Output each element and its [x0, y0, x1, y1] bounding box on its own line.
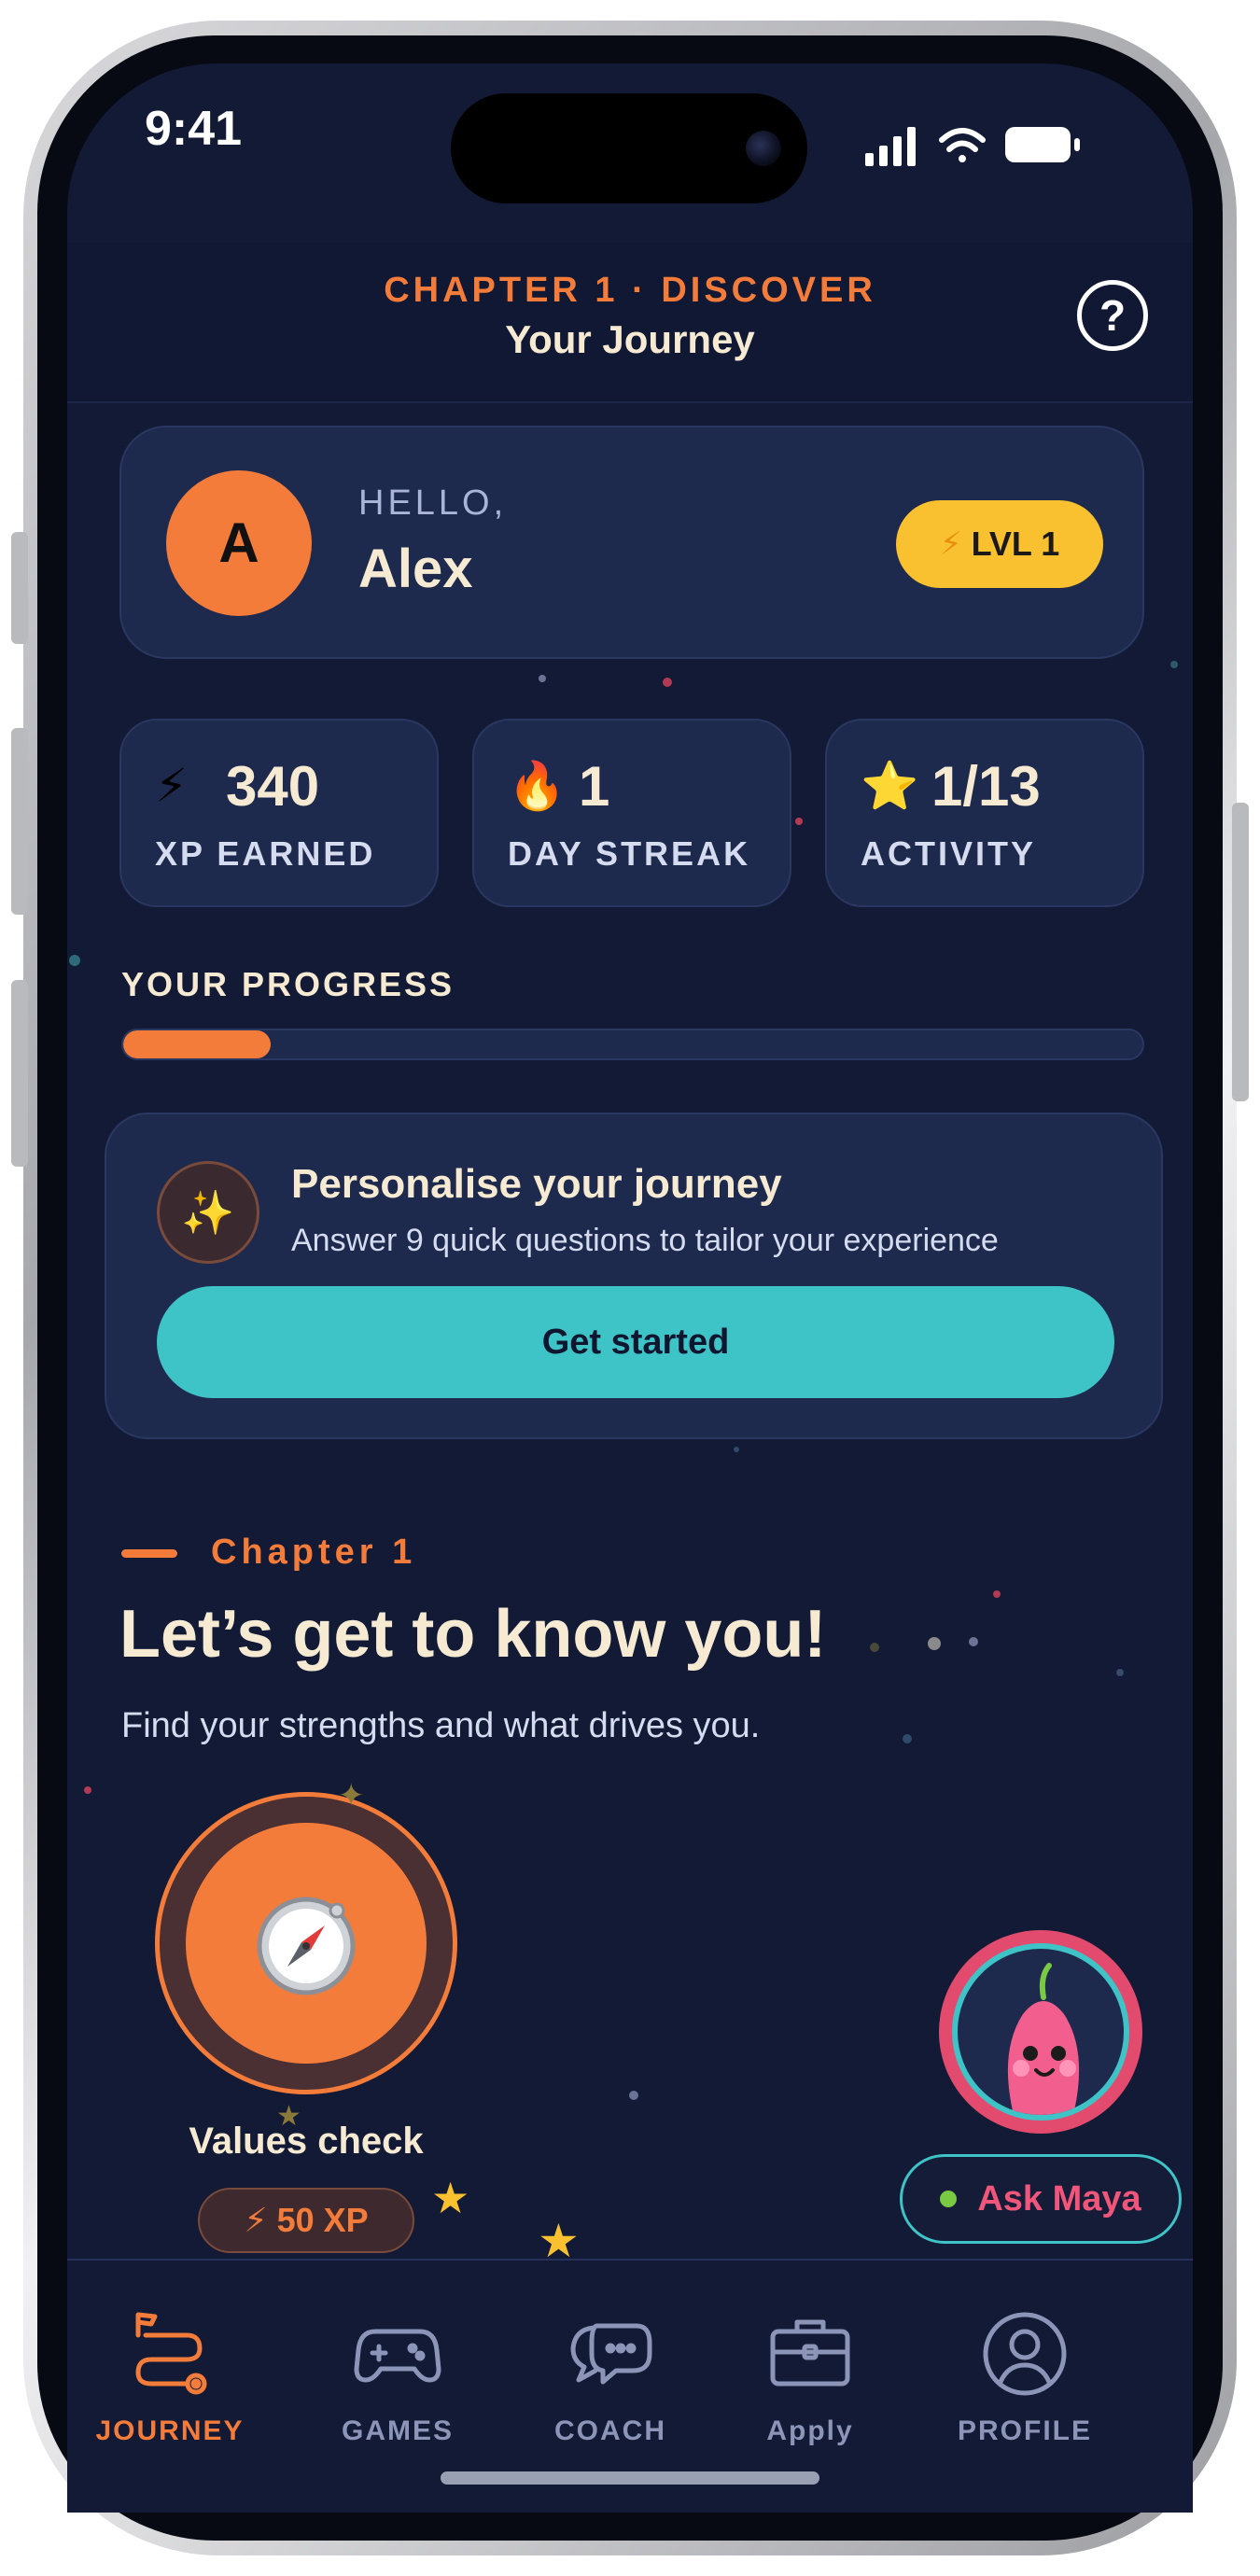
question-circle-icon: ? — [1099, 291, 1127, 340]
decor-dot — [870, 1643, 879, 1652]
stat-value: 340 — [226, 755, 320, 818]
decor-dot — [69, 955, 80, 966]
decor-dot — [629, 2091, 638, 2100]
level-badge-label: LVL 1 — [971, 525, 1060, 563]
stat-card-xp: ⚡ 340 XP EARNED — [119, 719, 439, 907]
nav-item-games[interactable]: GAMES — [295, 2309, 500, 2447]
maya-avatar[interactable] — [939, 1930, 1142, 2134]
stat-value: 1 — [579, 755, 610, 818]
profile-icon — [983, 2312, 1067, 2396]
activity-node-values-check[interactable] — [155, 1792, 457, 2094]
battery-icon — [1005, 127, 1080, 162]
maya-avatar-ring — [952, 1943, 1129, 2121]
app-header: CHAPTER 1 · DISCOVER Your Journey ? — [67, 243, 1193, 403]
flame-icon: 🔥 — [508, 760, 567, 812]
side-button-volume-down — [11, 980, 28, 1167]
user-name: Alex — [358, 539, 473, 599]
chapter-label: Chapter 1 — [211, 1533, 417, 1572]
ask-maya-button[interactable]: Ask Maya — [900, 2154, 1182, 2244]
online-status-dot — [940, 2191, 958, 2207]
nav-item-apply[interactable]: Apply — [707, 2309, 913, 2447]
progress-fill — [123, 1030, 272, 1058]
stat-value: 1/13 — [931, 755, 1041, 818]
greeting-card: A HELLO, Alex ⚡ LVL 1 — [119, 426, 1144, 659]
decor-dot — [734, 1447, 739, 1452]
compass-icon — [257, 1897, 356, 1995]
level-badge: ⚡ LVL 1 — [896, 500, 1103, 588]
sparkles-icon: ✨ — [157, 1161, 259, 1264]
ask-maya-label: Ask Maya — [977, 2178, 1141, 2219]
nav-label: Apply — [766, 2415, 854, 2446]
decor-dot — [993, 1590, 1001, 1598]
chat-bubbles-icon — [570, 2323, 652, 2385]
chapter-heading: Let’s get to know you! — [119, 1597, 827, 1672]
dynamic-island — [451, 93, 807, 203]
gamepad-icon — [354, 2329, 441, 2383]
stat-card-activity: ⭐ 1/13 ACTIVITY — [825, 719, 1144, 907]
chapter-dash — [121, 1549, 177, 1558]
lightning-bolt-icon: ⚡ — [244, 2201, 268, 2239]
activity-xp-pill: ⚡ 50 XP — [198, 2188, 414, 2253]
progress-title: YOUR PROGRESS — [121, 965, 455, 1003]
decor-dot — [663, 678, 672, 687]
decor-dot — [795, 818, 803, 825]
sparkle-star-icon: ★ — [431, 2174, 470, 2222]
signal-icon — [865, 127, 916, 166]
activity-xp-value: 50 XP — [276, 2201, 369, 2239]
personalise-title: Personalise your journey — [291, 1161, 782, 1207]
stat-label: XP EARNED — [155, 834, 376, 873]
decor-dot — [928, 1637, 941, 1650]
nav-label: COACH — [554, 2415, 666, 2446]
sparkle-star-icon: ✦ — [338, 1778, 365, 1813]
stat-label: ACTIVITY — [861, 834, 1037, 873]
chapter-kicker: CHAPTER 1 · DISCOVER — [384, 271, 876, 310]
lightning-bolt-icon: ⚡ — [939, 526, 962, 562]
chapter-subheading: Find your strengths and what drives you. — [121, 1706, 761, 1745]
decor-dot — [539, 675, 546, 682]
side-button-volume-up — [11, 728, 28, 915]
nav-label: PROFILE — [957, 2415, 1092, 2446]
maya-character-icon — [1007, 1963, 1080, 2115]
decor-dot — [84, 1786, 91, 1794]
wifi-icon — [939, 128, 986, 162]
stat-card-streak: 🔥 1 DAY STREAK — [472, 719, 791, 907]
star-icon: ⭐ — [861, 760, 919, 812]
personalise-subtitle: Answer 9 quick questions to tailor your … — [291, 1223, 999, 1258]
side-button-silent — [11, 532, 28, 644]
nav-label: GAMES — [341, 2415, 454, 2446]
briefcase-icon — [770, 2319, 850, 2387]
help-button[interactable]: ? — [1077, 280, 1148, 351]
avatar[interactable]: A — [166, 470, 312, 616]
activity-label: Values check — [189, 2121, 424, 2162]
decor-dot — [969, 1637, 978, 1646]
activity-node-core — [186, 1823, 427, 2064]
status-icons — [865, 127, 1080, 166]
nav-label: JOURNEY — [95, 2415, 245, 2446]
stat-label: DAY STREAK — [508, 834, 751, 873]
page-title: Your Journey — [505, 317, 755, 361]
status-time: 9:41 — [145, 102, 243, 156]
progress-bar — [121, 1029, 1144, 1060]
nav-item-journey[interactable]: JOURNEY — [67, 2309, 273, 2447]
get-started-button[interactable]: Get started — [157, 1286, 1114, 1398]
nav-item-coach[interactable]: COACH — [508, 2309, 713, 2447]
greeting-label: HELLO, — [358, 483, 508, 523]
camera-icon — [746, 131, 781, 166]
personalise-card: ✨ Personalise your journey Answer 9 quic… — [105, 1113, 1163, 1439]
decor-dot — [1170, 661, 1178, 668]
journey-route-icon — [135, 2312, 207, 2395]
nav-item-profile[interactable]: PROFILE — [922, 2309, 1127, 2447]
side-button-power — [1232, 803, 1249, 1101]
lightning-bolt-icon: ⚡ — [155, 760, 189, 812]
decor-dot — [1116, 1669, 1124, 1676]
home-indicator[interactable] — [441, 2471, 819, 2485]
decor-dot — [903, 1734, 912, 1743]
